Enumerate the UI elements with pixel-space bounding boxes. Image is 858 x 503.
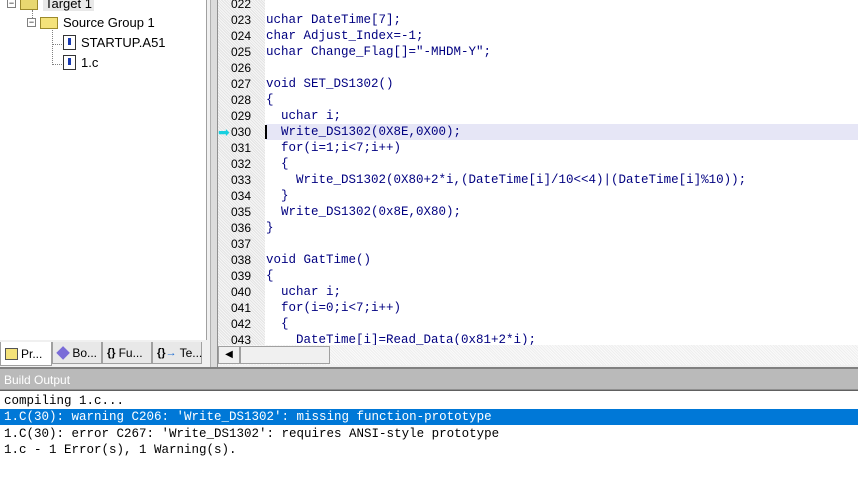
collapse-icon[interactable]: − — [27, 18, 36, 27]
output-line[interactable]: compiling 1.c... — [0, 393, 858, 409]
line-number: 022 — [230, 0, 251, 11]
line-number: 041 — [230, 301, 251, 315]
project-panel: − Target 1 − Source Group 1 STARTUP.A51 … — [0, 0, 210, 367]
code-line[interactable]: { — [266, 268, 858, 284]
line-number: 033 — [230, 173, 251, 187]
line-number: 025 — [230, 45, 251, 59]
tab-project[interactable]: Pr... — [0, 342, 52, 366]
group-label: Source Group 1 — [63, 15, 155, 30]
line-number: 027 — [230, 77, 251, 91]
collapse-icon[interactable]: − — [7, 0, 16, 8]
scroll-thumb[interactable] — [240, 346, 330, 364]
line-number: 032 — [230, 157, 251, 171]
code-line[interactable]: { — [266, 92, 858, 108]
line-number: 028 — [230, 93, 251, 107]
code-line[interactable]: uchar i; — [266, 284, 858, 300]
tab-label: Fu... — [118, 345, 143, 360]
tab-functions[interactable]: {} Fu... — [102, 342, 152, 364]
tab-label: Te... — [179, 345, 203, 360]
output-line[interactable]: 1.C(30): warning C206: 'Write_DS1302': m… — [0, 409, 858, 426]
code-line[interactable]: Write_DS1302(0x8E,0X80); — [266, 204, 858, 220]
file-icon — [63, 55, 76, 70]
target-label: Target 1 — [43, 0, 94, 11]
code-line[interactable]: } — [266, 188, 858, 204]
build-output-panel: compiling 1.c... 1.C(30): warning C206: '… — [0, 390, 858, 503]
code-line[interactable]: void SET_DS1302() — [266, 76, 858, 92]
text-caret — [265, 125, 267, 139]
file-icon — [63, 35, 76, 50]
file-label: STARTUP.A51 — [81, 35, 166, 50]
tree-item-file[interactable]: 1.c — [63, 55, 98, 70]
code-line[interactable]: uchar i; — [266, 108, 858, 124]
project-icon — [5, 347, 18, 360]
panel-tabs: Pr... Bo... {} Fu... {}→ Te... — [0, 342, 207, 366]
code-editor[interactable]: 022 023 uchar DateTime[7]; 024 char Adjust_I… — [218, 0, 858, 345]
code-line[interactable] — [266, 60, 858, 76]
code-line[interactable]: uchar DateTime[7]; — [266, 12, 858, 28]
line-number: 031 — [230, 141, 251, 155]
line-number: 026 — [230, 61, 251, 75]
tab-templates[interactable]: {}→ Te... — [152, 342, 202, 364]
splitter[interactable] — [210, 0, 218, 367]
line-number: 024 — [230, 29, 251, 43]
line-number: 036 — [230, 221, 251, 235]
output-line[interactable]: 1.c - 1 Error(s), 1 Warning(s). — [0, 442, 858, 458]
line-number: 029 — [230, 109, 251, 123]
code-line[interactable]: for(i=1;i<7;i++) — [266, 140, 858, 156]
code-line[interactable]: void GatTime() — [266, 252, 858, 268]
code-line[interactable]: { — [266, 316, 858, 332]
build-output-header: Build Output — [0, 367, 858, 390]
tab-label: Bo... — [72, 345, 97, 360]
line-number: 040 — [230, 285, 251, 299]
line-number: 043 — [230, 333, 251, 345]
code-line[interactable]: } — [266, 220, 858, 236]
line-number: 037 — [230, 237, 251, 251]
tree-item-source-group[interactable]: − Source Group 1 — [27, 15, 155, 30]
current-line-arrow-icon: ➡ — [218, 124, 230, 140]
file-label: 1.c — [81, 55, 99, 70]
tree-item-file[interactable]: STARTUP.A51 — [63, 35, 166, 50]
templates-icon: {}→ — [157, 346, 177, 359]
horizontal-scrollbar[interactable]: ◀ — [218, 345, 858, 365]
tab-label: Pr... — [21, 346, 43, 361]
books-icon — [56, 345, 71, 360]
code-line[interactable] — [266, 236, 858, 252]
line-number: 023 — [230, 13, 251, 27]
code-line[interactable] — [266, 0, 858, 12]
code-line[interactable]: for(i=0;i<7;i++) — [266, 300, 858, 316]
code-line[interactable]: char Adjust_Index=-1; — [266, 28, 858, 44]
code-line[interactable]: DateTime[i]=Read_Data(0x81+2*i); — [266, 332, 858, 345]
tree-item-target[interactable]: − Target 1 — [7, 0, 94, 11]
code-line[interactable]: Write_DS1302(0X8E,0X00); — [266, 124, 858, 140]
line-number: 035 — [230, 205, 251, 219]
code-line[interactable]: { — [266, 156, 858, 172]
line-number: 038 — [230, 253, 251, 267]
target-icon — [20, 0, 38, 10]
line-number: 039 — [230, 269, 251, 283]
line-number: 042 — [230, 317, 251, 331]
code-line[interactable]: uchar Change_Flag[]="-MHDM-Y"; — [266, 44, 858, 60]
folder-icon — [40, 16, 58, 29]
output-line[interactable]: 1.C(30): error C267: 'Write_DS1302': req… — [0, 426, 858, 442]
project-tree: − Target 1 − Source Group 1 STARTUP.A51 … — [0, 0, 207, 340]
code-line[interactable]: Write_DS1302(0X80+2*i,(DateTime[i]/10<<4… — [266, 172, 858, 188]
scroll-left-button[interactable]: ◀ — [218, 346, 240, 364]
line-number: 034 — [230, 189, 251, 203]
functions-icon: {} — [107, 346, 116, 359]
tab-books[interactable]: Bo... — [52, 342, 102, 364]
